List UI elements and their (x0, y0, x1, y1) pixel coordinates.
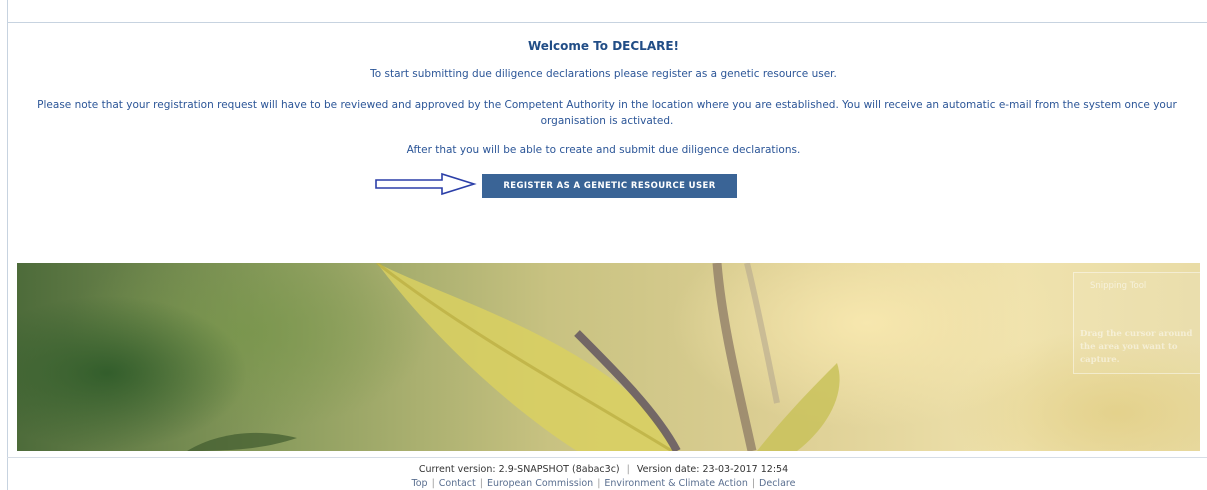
pointer-arrow-icon (375, 172, 477, 196)
welcome-title: Welcome To DECLARE! (527, 39, 680, 53)
footer-link-contact[interactable]: Contact (439, 478, 476, 489)
footer-link-european-commission[interactable]: European Commission (487, 478, 593, 489)
nature-banner-image (17, 263, 1200, 451)
footer-link-top[interactable]: Top (412, 478, 428, 489)
version-info: Current version: 2.9-SNAPSHOT (8abac3c) … (418, 464, 789, 475)
version-value: 2.9-SNAPSHOT (8abac3c) (498, 464, 620, 475)
footer-link-environment-climate-action[interactable]: Environment & Climate Action (604, 478, 747, 489)
version-date-label: Version date: (636, 464, 700, 475)
after-registration-text: After that you will be able to create an… (406, 144, 801, 156)
register-genetic-resource-user-button[interactable]: REGISTER AS A GENETIC RESOURCE USER (482, 174, 737, 198)
intro-text: To start submitting due diligence declar… (370, 68, 837, 80)
registration-note: Please note that your registration reque… (37, 99, 1177, 127)
footer-link-declare[interactable]: Declare (759, 478, 795, 489)
version-label: Current version: (418, 464, 496, 475)
snipping-tool-title: Snipping Tool (1090, 281, 1147, 291)
version-date-value: 23-03-2017 12:54 (702, 464, 789, 475)
header-divider (7, 22, 1207, 23)
footer-divider (7, 457, 1207, 458)
snipping-tool-instructions: Drag the cursor around the area you want… (1080, 329, 1193, 365)
footer-links: Top | Contact | European Commission | Environm… (411, 478, 796, 489)
